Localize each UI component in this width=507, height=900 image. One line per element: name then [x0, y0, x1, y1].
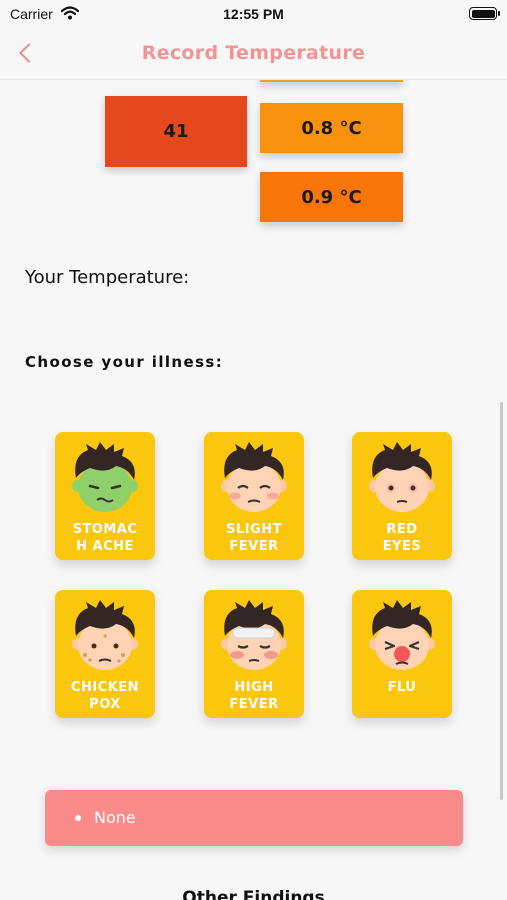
illness-label: RED EYES: [382, 522, 422, 554]
illness-card-red-eyes[interactable]: RED EYES: [352, 432, 452, 560]
illness-label: CHICKEN POX: [70, 680, 140, 712]
none-option-button[interactable]: None: [45, 790, 463, 846]
illness-card-slight-fever[interactable]: SLIGHT FEVER: [204, 432, 304, 560]
nav-bar: Record Temperature: [0, 28, 507, 80]
page-title: Record Temperature: [141, 42, 366, 64]
illness-label: HIGH FEVER: [229, 680, 279, 712]
temperature-value: 0.8 °C: [301, 117, 362, 139]
none-option-label: None: [94, 808, 136, 827]
battery-icon: [469, 7, 500, 20]
high-fever-face-icon: [221, 600, 287, 670]
illness-card-chicken-pox[interactable]: CHICKEN POX: [55, 590, 155, 718]
temperature-box-0-9[interactable]: 0.9 °C: [260, 172, 403, 222]
slight-fever-face-icon: [221, 442, 287, 512]
chicken-pox-face-icon: [72, 600, 138, 670]
temperature-value: 0.9 °C: [301, 186, 362, 208]
other-findings-heading: Other Findings: [182, 888, 325, 900]
scrollbar[interactable]: [500, 402, 503, 800]
your-temperature-label: Your Temperature:: [25, 267, 190, 288]
temperature-value: 41: [163, 121, 189, 142]
bullet-icon: [75, 815, 81, 821]
status-bar: Carrier 12:55 PM: [0, 0, 507, 28]
illness-card-high-fever[interactable]: HIGH FEVER: [204, 590, 304, 718]
illness-label: STOMAC H ACHE: [72, 522, 138, 554]
illness-label: SLIGHT FEVER: [226, 522, 282, 554]
stomach-ache-face-icon: [72, 442, 138, 512]
illness-card-stomach-ache[interactable]: STOMAC H ACHE: [55, 432, 155, 560]
temperature-box-41[interactable]: 41: [105, 96, 247, 167]
status-time: 12:55 PM: [223, 6, 284, 22]
choose-illness-label: Choose your illness:: [25, 353, 224, 371]
red-eyes-face-icon: [369, 442, 435, 512]
illness-card-flu[interactable]: FLU: [352, 590, 452, 718]
temperature-box-0-8[interactable]: 0.8 °C: [260, 103, 403, 153]
flu-face-icon: [369, 600, 435, 670]
illness-label: FLU: [387, 680, 417, 695]
